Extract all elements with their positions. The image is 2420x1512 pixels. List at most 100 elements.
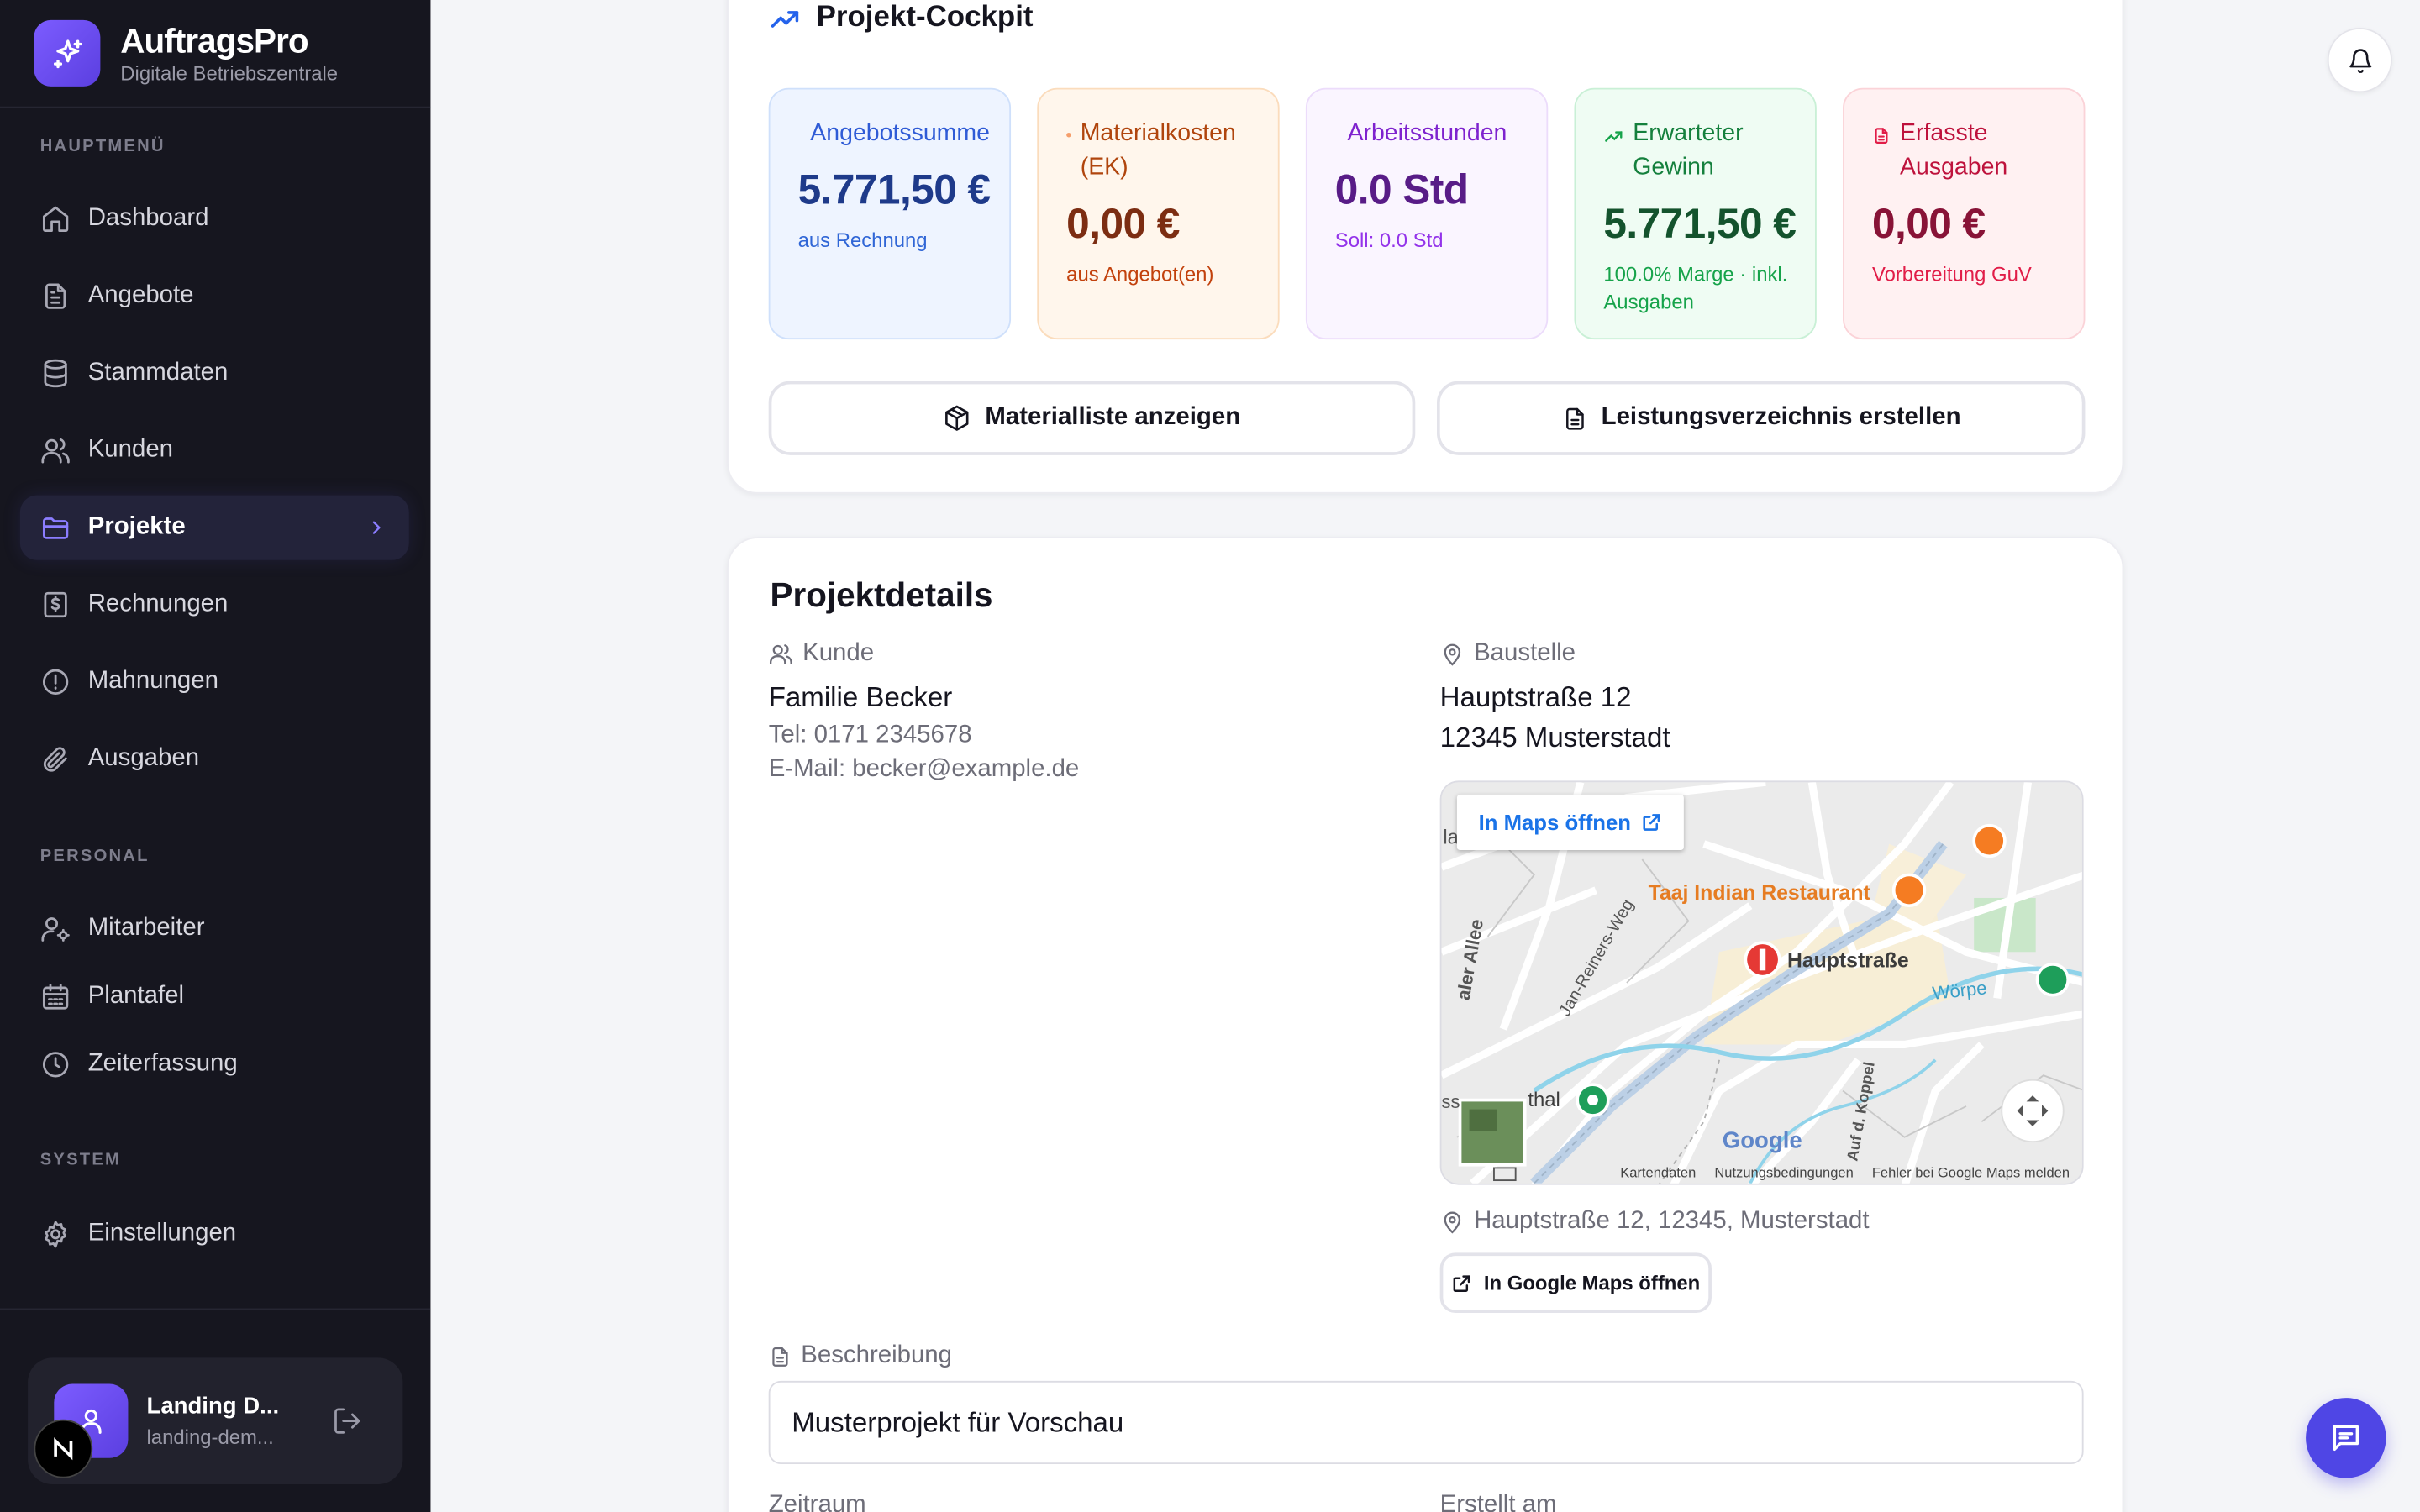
- sidebar-item-label: Stammdaten: [87, 359, 229, 386]
- sidebar-item-plantafel[interactable]: Plantafel: [20, 964, 409, 1029]
- metric-sub: Soll: 0.0 Std: [1334, 228, 1444, 252]
- logout-icon[interactable]: [332, 1405, 363, 1436]
- sidebar-item-label: Dashboard: [87, 205, 209, 232]
- calendar-icon: [42, 984, 69, 1010]
- map-label-thal: thal: [1528, 1087, 1560, 1111]
- materialliste-button[interactable]: Materialliste anzeigen: [768, 381, 1416, 455]
- database-icon: [44, 359, 67, 388]
- user-cog-icon: [41, 917, 70, 942]
- map-label-ss: ss: [1441, 1090, 1460, 1113]
- metric-value: 0.0 Std: [1334, 166, 1469, 213]
- map-label-street: Hauptstraße: [1786, 948, 1909, 973]
- sidebar-item-label: Mitarbeiter: [87, 915, 205, 942]
- brand-name: AuftragsPro: [120, 20, 308, 60]
- user-name: Landing D...: [146, 1393, 280, 1420]
- sidebar-item-angebote[interactable]: Angebote: [20, 264, 409, 328]
- clock-icon: [42, 1052, 69, 1078]
- metric-label: Arbeitsstunden: [1347, 120, 1507, 147]
- sidebar-item-zeiterfassung[interactable]: Zeiterfassung: [20, 1032, 409, 1097]
- map-pin-icon: [1444, 1211, 1461, 1234]
- divider: [0, 1308, 431, 1310]
- paperclip-icon: [43, 747, 67, 772]
- sidebar-item-label: Plantafel: [87, 983, 185, 1010]
- users-icon: [769, 644, 792, 664]
- user-email: landing-dem...: [146, 1425, 274, 1449]
- gear-icon: [45, 1221, 66, 1248]
- users-icon: [41, 438, 70, 464]
- sidebar-item-kunden[interactable]: Kunden: [20, 418, 409, 483]
- metric-arbeitsstunden: Arbeitsstunden 0.0 Std Soll: 0.0 Std: [1305, 87, 1549, 340]
- external-link-icon: [1643, 814, 1660, 831]
- map-open-button[interactable]: In Maps öffnen: [1456, 794, 1684, 851]
- chevron-right-icon: [372, 521, 381, 534]
- bell-icon: [2349, 48, 2371, 72]
- leistungsverzeichnis-label: Leistungsverzeichnis erstellen: [1601, 404, 1961, 431]
- trending-up-icon: [771, 10, 799, 27]
- sidebar-item-rechnungen[interactable]: Rechnungen: [20, 572, 409, 637]
- google-maps-button[interactable]: In Google Maps öffnen: [1439, 1252, 1712, 1314]
- customer-name: Familie Becker: [768, 681, 953, 713]
- metric-sub: aus Angebot(en): [1066, 262, 1214, 286]
- chat-icon: [2333, 1425, 2359, 1451]
- metric-label: Erfasste Ausgaben: [1900, 120, 2008, 181]
- brand: AuftragsPro Digitale Betriebszentrale: [34, 19, 339, 87]
- sidebar: AuftragsPro Digitale Betriebszentrale HA…: [0, 0, 431, 1512]
- google-maps-label: In Google Maps öffnen: [1483, 1271, 1701, 1295]
- sidebar-item-dashboard[interactable]: Dashboard: [20, 186, 409, 251]
- metric-value: 0,00 €: [1066, 200, 1180, 247]
- alert-circle-icon: [42, 669, 69, 695]
- map-embed[interactable]: Taaj Indian Restaurant Hauptstraße aler …: [1439, 780, 2084, 1185]
- projektdetails-title: Projektdetails: [770, 575, 993, 615]
- brand-subtitle: Digitale Betriebszentrale: [120, 60, 339, 85]
- home-icon: [42, 206, 69, 232]
- leistungsverzeichnis-button[interactable]: Leistungsverzeichnis erstellen: [1437, 381, 2086, 455]
- map-data-link[interactable]: Kartendaten: [1620, 1165, 1696, 1180]
- sidebar-item-ausgaben[interactable]: Ausgaben: [20, 727, 409, 791]
- sidebar-item-label: Ausgaben: [87, 745, 200, 772]
- map-open-label: In Maps öffnen: [1478, 810, 1632, 835]
- full-address: Hauptstraße 12, 12345, Musterstadt: [1440, 1208, 1870, 1236]
- sidebar-item-label: Projekte: [87, 513, 186, 540]
- metric-value: 5.771,50 €: [797, 166, 991, 213]
- metric-ausgaben: Erfasste Ausgaben 0,00 € Vorbereitung Gu…: [1843, 87, 2086, 340]
- sidebar-item-mahnungen[interactable]: Mahnungen: [20, 649, 409, 714]
- projektdetails-card: Projektdetails Kunde Familie Becker Tel:…: [727, 537, 2124, 1512]
- folder-icon: [42, 517, 69, 539]
- dot-icon: [1066, 132, 1071, 138]
- document-icon: [1565, 407, 1583, 429]
- map-report-link[interactable]: Fehler bei Google Maps melden: [1872, 1165, 2070, 1180]
- sidebar-item-stammdaten[interactable]: Stammdaten: [20, 341, 409, 406]
- zeitraum-label: Zeitraum: [768, 1492, 866, 1512]
- package-icon: [945, 405, 970, 431]
- site-street: Hauptstraße 12: [1439, 681, 1632, 713]
- metric-angebotssumme: Angebotssumme 5.771,50 € aus Rechnung: [768, 87, 1012, 340]
- description-value: Musterprojekt für Vorschau: [792, 1406, 1124, 1437]
- baustelle-label: Baustelle: [1440, 640, 1576, 668]
- kunde-label: Kunde: [769, 640, 874, 668]
- receipt-icon: [44, 591, 67, 618]
- site-city: 12345 Musterstadt: [1439, 722, 1670, 753]
- sidebar-item-mitarbeiter[interactable]: Mitarbeiter: [20, 896, 409, 961]
- materialliste-label: Materialliste anzeigen: [985, 404, 1241, 431]
- metric-label: Erwarteter Gewinn: [1633, 120, 1744, 181]
- beschreibung-label-text: Beschreibung: [801, 1341, 952, 1369]
- customer-email: E-Mail: becker@example.de: [768, 756, 1080, 783]
- map-attribution: Kartendaten Nutzungsbedingungen Fehler b…: [1442, 1162, 2082, 1184]
- notifications-button[interactable]: [2327, 28, 2392, 93]
- sidebar-item-einstellungen[interactable]: Einstellungen: [20, 1202, 409, 1267]
- document-icon: [772, 1347, 788, 1366]
- sidebar-item-label: Angebote: [87, 282, 194, 309]
- sparkles-icon: [34, 19, 101, 87]
- map-label-restaurant: Taaj Indian Restaurant: [1648, 880, 1870, 905]
- section-label-system: SYSTEM: [39, 1151, 122, 1170]
- document-icon: [45, 283, 66, 309]
- sidebar-item-projekte[interactable]: Projekte: [19, 495, 409, 560]
- sidebar-item-label: Kunden: [87, 436, 174, 464]
- trending-up-icon: [1605, 131, 1623, 142]
- cockpit-heading: Projekt-Cockpit: [769, 2, 1034, 35]
- n-logo-icon[interactable]: [34, 1419, 93, 1478]
- map-terms-link[interactable]: Nutzungsbedingungen: [1714, 1165, 1853, 1180]
- section-label-personal: PERSONAL: [39, 847, 150, 866]
- chat-button[interactable]: [2306, 1398, 2386, 1478]
- google-logo: Google: [1722, 1127, 1802, 1154]
